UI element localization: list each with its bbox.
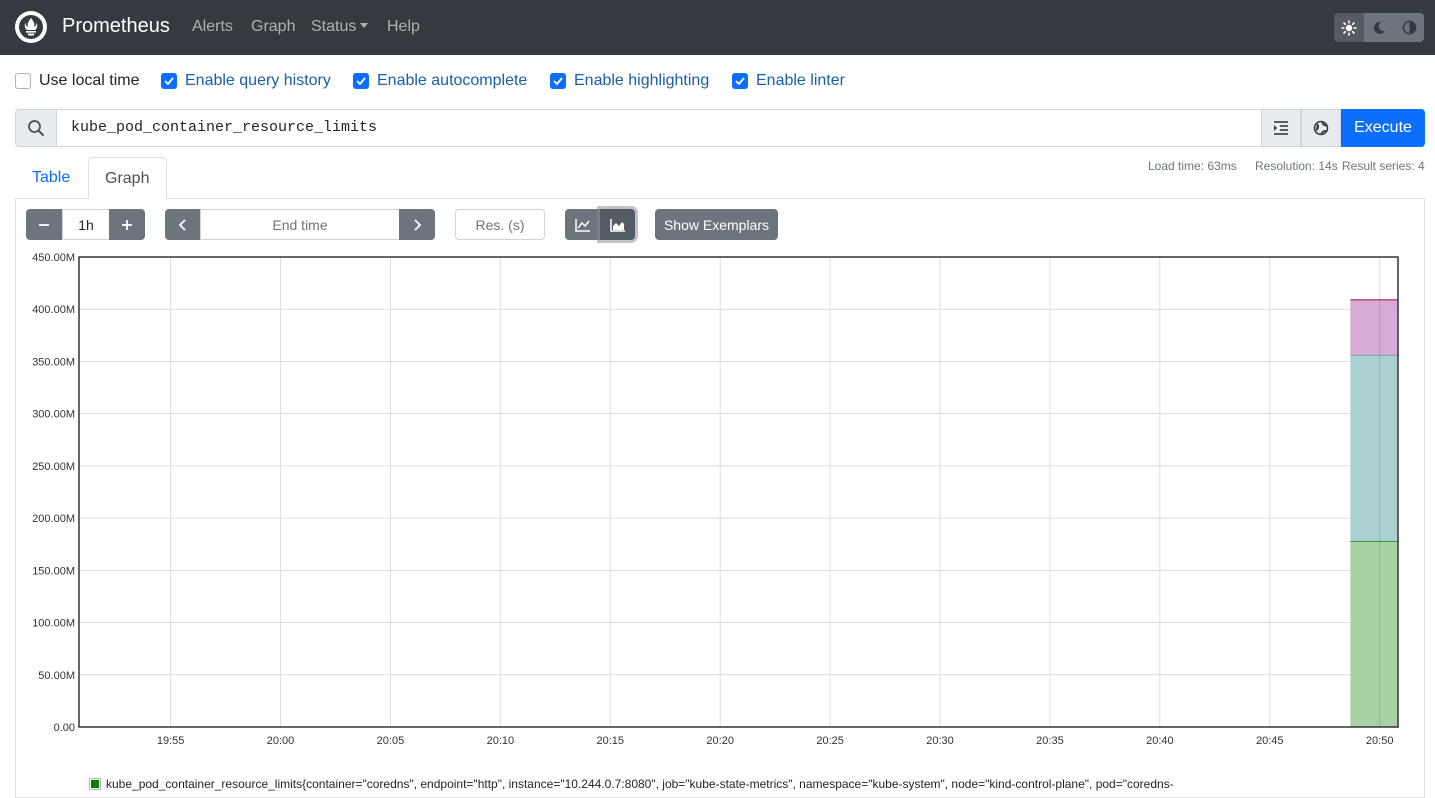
plot-frame	[78, 256, 1399, 728]
series-area-0	[1350, 541, 1398, 727]
x-tick-label: 20:50	[1366, 735, 1394, 747]
legend-swatch	[89, 778, 101, 790]
y-tick-label: 0.00	[54, 722, 75, 734]
x-tick-label: 20:25	[816, 735, 844, 747]
y-tick-label: 400.00M	[32, 304, 75, 316]
y-tick-label: 250.00M	[32, 461, 75, 473]
y-tick-label: 50.00M	[38, 670, 75, 682]
series-area-1	[1350, 355, 1398, 542]
x-tick-label: 20:45	[1256, 735, 1284, 747]
y-tick-label: 350.00M	[32, 356, 75, 368]
x-tick-label: 20:10	[487, 735, 515, 747]
graph-chart: 0.00 50.00M 100.00M 150.00M 200.00M 250.00M 30…	[32, 252, 1399, 747]
y-tick-label: 450.00M	[32, 252, 75, 264]
x-tick-label: 20:15	[596, 735, 624, 747]
x-tick-label: 20:30	[926, 735, 954, 747]
x-tick-label: 20:00	[267, 735, 295, 747]
x-tick-label: 20:35	[1036, 735, 1064, 747]
y-tick-label: 300.00M	[32, 409, 75, 421]
y-tick-label: 200.00M	[32, 513, 75, 525]
x-tick-label: 19:55	[157, 735, 185, 747]
x-tick-label: 20:20	[706, 735, 734, 747]
y-tick-label: 150.00M	[32, 565, 75, 577]
x-tick-label: 20:40	[1146, 735, 1174, 747]
x-tick-label: 20:05	[377, 735, 405, 747]
legend-item[interactable]: kube_pod_container_resource_limits{conta…	[89, 777, 1174, 791]
series-area-2	[1350, 299, 1398, 356]
y-tick-label: 100.00M	[32, 618, 75, 630]
legend-label: kube_pod_container_resource_limits{conta…	[106, 777, 1174, 791]
